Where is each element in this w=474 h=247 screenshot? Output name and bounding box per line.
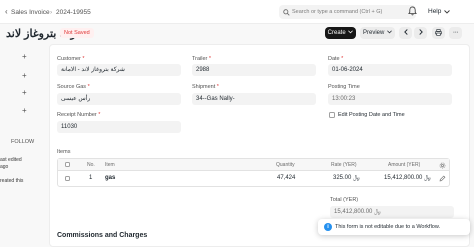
info-icon: i [324, 223, 332, 231]
plus-icon[interactable]: + [22, 52, 27, 61]
shipment-field[interactable]: 34--Gas Nally- [192, 93, 316, 105]
chevron-down-icon [348, 30, 354, 34]
total-label: Total (YER) [330, 197, 359, 203]
breadcrumb-separator: › [50, 9, 53, 16]
customer-label: Customer * [57, 56, 85, 62]
column-header-no: No. [87, 162, 95, 168]
breadcrumb-invoice-number[interactable]: 2024-19955 [56, 9, 91, 16]
bell-icon[interactable] [408, 6, 417, 16]
edit-posting-label: Edit Posting Date and Time [338, 112, 405, 118]
help-menu[interactable]: Help [428, 8, 441, 15]
created-this-text: reated this [0, 178, 24, 184]
search-input[interactable]: Search or type a command (Ctrl + G) [279, 5, 416, 19]
chevron-left-icon [403, 29, 408, 36]
row-amount: 15,412,800.00 ﷼ [384, 175, 431, 181]
row-number: 1 [89, 175, 93, 181]
print-button[interactable] [432, 27, 445, 39]
last-edited-ago: ago [0, 164, 9, 170]
chevron-down-icon [444, 10, 450, 14]
last-edited-text: ast edited [0, 157, 22, 163]
chevron-left-icon[interactable]: ‹ [5, 7, 8, 16]
edit-posting-checkbox[interactable] [329, 112, 335, 118]
workflow-toast: i This form is not editable due to a Wor… [318, 219, 470, 235]
follow-link[interactable]: FOLLOW [11, 139, 34, 145]
previous-doc-button[interactable] [399, 27, 412, 39]
create-button-label: Create [327, 30, 346, 36]
trailer-label: Trailer * [192, 56, 212, 62]
trailer-field[interactable]: 2988 [192, 64, 316, 76]
more-icon: ··· [452, 29, 459, 36]
column-header-quantity: Quantity [276, 162, 295, 168]
more-actions-button[interactable]: ··· [449, 27, 462, 39]
search-placeholder: Search or type a command (Ctrl + G) [292, 8, 383, 15]
items-table: No. Item Quantity Rate (YER) Amount (YER… [57, 158, 450, 187]
printer-icon [435, 29, 442, 36]
receipt-number-field[interactable]: 11030 [57, 121, 181, 133]
select-all-checkbox[interactable] [65, 162, 70, 167]
next-doc-button[interactable] [414, 27, 427, 39]
search-icon [283, 8, 290, 16]
create-button[interactable]: Create [325, 27, 356, 39]
source-gas-field[interactable]: رأس عيسى [57, 93, 181, 105]
total-field: 15,412,800.00 ﷼ [330, 206, 454, 218]
plus-icon[interactable]: + [22, 71, 27, 80]
chevron-right-icon [418, 29, 423, 36]
table-row[interactable]: 1 gas 47,424 325.00 ﷼ 15,412,800.00 ﷼ [58, 171, 449, 187]
preview-button-label: Preview [362, 30, 385, 36]
receipt-number-label: Receipt Number * [57, 112, 101, 118]
date-label: Date * [328, 56, 344, 62]
toast-message: This form is not editable due to a Workf… [335, 224, 441, 230]
row-rate[interactable]: 325.00 ﷼ [333, 175, 360, 182]
sidebar: + + + + FOLLOW ast edited ago reated thi… [0, 44, 48, 247]
row-checkbox[interactable] [65, 176, 70, 181]
posting-time-label: Posting Time [328, 84, 360, 90]
row-quantity[interactable]: 47,424 [277, 175, 295, 181]
customer-field[interactable]: شركة بتروغاز لاند - الامانة [57, 64, 181, 76]
items-section-label: Items [57, 149, 71, 155]
status-badge: Not Saved [60, 28, 94, 38]
preview-button[interactable]: Preview [360, 27, 395, 39]
items-table-header: No. Item Quantity Rate (YER) Amount (YER… [58, 159, 449, 171]
date-field[interactable]: 01-06-2024 [328, 64, 452, 76]
source-gas-label: Source Gas * [57, 84, 90, 90]
column-header-rate: Rate (YER) [331, 162, 357, 168]
chevron-down-icon [387, 30, 392, 34]
plus-icon[interactable]: + [22, 88, 27, 97]
commissions-section-heading: Commissions and Charges [57, 232, 148, 239]
edit-icon[interactable] [439, 175, 446, 182]
breadcrumb-sales-invoice[interactable]: Sales Invoice [11, 9, 50, 16]
column-header-amount: Amount (YER) [388, 162, 421, 168]
row-item[interactable]: gas [105, 175, 115, 181]
settings-icon[interactable] [439, 162, 446, 169]
column-header-item: Item [105, 162, 115, 168]
plus-icon[interactable]: + [22, 106, 27, 115]
shipment-label: Shipment * [192, 84, 219, 90]
top-navbar: ‹ Sales Invoice › 2024-19955 Search or t… [0, 0, 474, 24]
posting-time-field[interactable]: 13:00:23 [328, 93, 452, 105]
